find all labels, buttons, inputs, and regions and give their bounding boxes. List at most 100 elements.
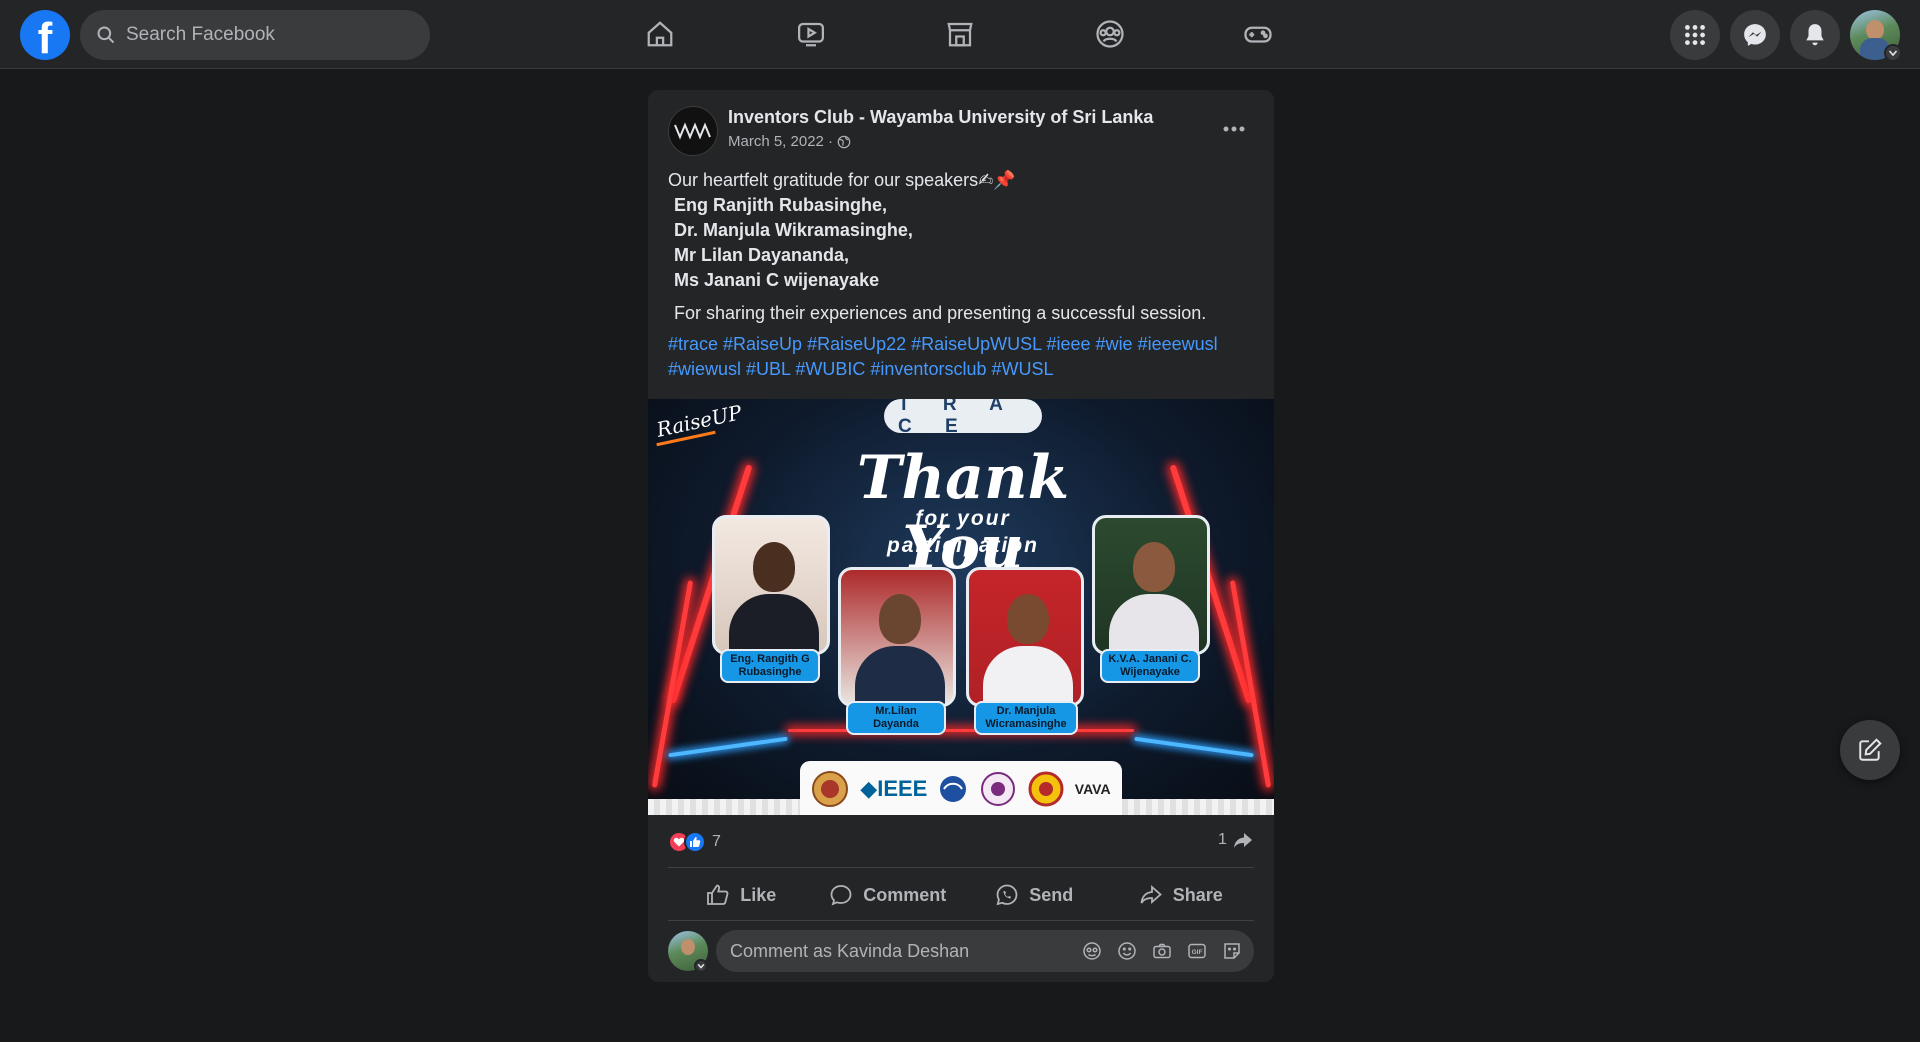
account-menu-caret[interactable]	[1884, 44, 1902, 62]
nav-home[interactable]	[638, 14, 682, 54]
light-beam	[788, 729, 1134, 732]
nav-gaming[interactable]	[1236, 14, 1280, 54]
menu-grid-icon	[1685, 25, 1705, 45]
globe-icon	[837, 135, 851, 148]
top-navigation-bar: f	[0, 0, 1920, 69]
sticker-icon	[1224, 943, 1240, 959]
sticker-button[interactable]	[1220, 939, 1244, 963]
post-options-button[interactable]	[1214, 114, 1254, 144]
post-date[interactable]: March 5, 2022 ·	[728, 133, 833, 150]
divider	[668, 920, 1254, 921]
nav-marketplace[interactable]	[938, 14, 982, 54]
trace-badge: T R A C E	[884, 399, 1042, 437]
photo-button[interactable]	[1150, 939, 1174, 963]
comment-label: Comment	[863, 884, 947, 905]
post-card: Inventors Club - Wayamba University of S…	[648, 90, 1274, 982]
notifications-icon	[1806, 24, 1824, 46]
speaker-name-tag: K.V.A. Janani C. Wijenayake	[1100, 649, 1200, 683]
whatsapp-icon	[996, 884, 1018, 906]
avatar-sticker-icon	[1083, 942, 1101, 960]
speaker-name-tag: Eng. Rangith G Rubasinghe	[720, 649, 820, 683]
subline-2: participation	[886, 534, 1039, 557]
search-icon	[97, 26, 115, 44]
gif-button[interactable]: GIF	[1185, 939, 1209, 963]
post-actions: Like Comment Send Share	[668, 870, 1254, 920]
comment-composer: GIF	[668, 930, 1254, 973]
facebook-logo[interactable]: f	[20, 10, 70, 60]
compose-icon	[1859, 738, 1882, 761]
photo-torso	[983, 646, 1073, 704]
svg-text:GIF: GIF	[1192, 949, 1203, 956]
send-label: Send	[1029, 884, 1074, 905]
hashtag-line[interactable]: #wiewusl #UBL #WUBIC #inventorsclub #WUS…	[668, 357, 1258, 382]
avatar-face	[681, 939, 695, 955]
sponsor-logos: ◆ IEEE VAVA	[800, 761, 1122, 815]
speaker-photo	[966, 567, 1084, 707]
like-reaction-icon	[684, 831, 706, 853]
identity-switch-caret[interactable]	[694, 959, 708, 973]
university-seal-icon	[811, 769, 849, 809]
chevron-down-icon	[1888, 50, 1898, 57]
share-button[interactable]: Share	[1108, 870, 1255, 920]
post-author[interactable]: Inventors Club - Wayamba University of S…	[728, 107, 1153, 128]
search-bar[interactable]	[80, 10, 430, 60]
post-hashtags: #trace #RaiseUp #RaiseUp22 #RaiseUpWUSL …	[668, 332, 1258, 382]
post-intro: Our heartfelt gratitude for our speakers…	[668, 170, 1016, 190]
light-beam-blue	[1134, 736, 1254, 758]
comment-input[interactable]	[730, 940, 1069, 962]
speaker-photo	[1092, 515, 1210, 655]
menu-button[interactable]	[1670, 10, 1720, 60]
avatar-face	[1866, 20, 1884, 40]
nav-watch[interactable]	[789, 14, 833, 54]
hashtag-line[interactable]: #trace #RaiseUp #RaiseUp22 #RaiseUpWUSL …	[668, 332, 1258, 357]
notifications-button[interactable]	[1790, 10, 1840, 60]
post-image[interactable]: RaiseUP T R A C E Thank You for your par…	[648, 399, 1274, 815]
commenter-avatar[interactable]	[668, 931, 708, 973]
avatar-sticker-button[interactable]	[1080, 939, 1104, 963]
light-beam-blue	[668, 736, 788, 758]
share-count: 1	[1218, 831, 1227, 848]
photo-torso	[729, 594, 819, 652]
participation-subline: for your participation	[828, 505, 1098, 559]
send-button[interactable]: Send	[961, 870, 1108, 920]
groups-icon	[1096, 20, 1124, 48]
speaker-name: Dr. Manjula Wikramasinghe,	[674, 220, 913, 240]
photo-torso	[855, 646, 945, 704]
speaker-photo	[712, 515, 830, 655]
emoji-button[interactable]	[1115, 939, 1139, 963]
speaker-name: Eng Ranjith Rubasinghe,	[674, 195, 888, 215]
reaction-summary[interactable]: 7	[668, 830, 721, 854]
comment-icon	[830, 885, 852, 906]
speaker-name-tag: Dr. Manjula Wicramasinghe	[974, 701, 1078, 735]
like-button[interactable]: Like	[668, 870, 815, 920]
like-label: Like	[740, 884, 777, 905]
speaker-name: Ms Janani C wijenayake	[674, 270, 880, 290]
home-icon	[647, 21, 673, 47]
comment-button[interactable]: Comment	[815, 870, 962, 920]
page-avatar[interactable]	[668, 106, 718, 156]
post-meta: March 5, 2022 ·	[728, 133, 851, 150]
comment-box[interactable]: GIF	[716, 930, 1254, 972]
share-label: Share	[1172, 884, 1223, 905]
messenger-button[interactable]	[1730, 10, 1780, 60]
society-emblem-icon	[1028, 769, 1064, 809]
share-icon	[1140, 885, 1162, 904]
share-arrow-icon	[1233, 833, 1252, 848]
photo-torso	[1109, 594, 1199, 652]
speaker-name-tag: Mr.Lilan Dayanda	[846, 701, 946, 735]
wie-logo-icon	[938, 769, 968, 809]
post-closing: For sharing their experiences and presen…	[674, 303, 1207, 323]
nav-groups[interactable]	[1088, 14, 1132, 54]
search-input[interactable]	[126, 24, 406, 46]
reaction-count[interactable]: 7	[712, 833, 721, 851]
club-emblem-icon	[979, 769, 1017, 809]
share-summary[interactable]: 1	[1218, 830, 1253, 850]
watch-icon	[798, 22, 824, 47]
inventors-club-logo: VAVA	[1074, 781, 1111, 797]
subline-1: for your	[915, 507, 1011, 530]
divider	[668, 867, 1254, 868]
inventors-club-logo-icon	[674, 122, 711, 140]
new-message-button[interactable]	[1840, 720, 1900, 780]
gif-icon: GIF	[1188, 943, 1206, 959]
speaker-name: Mr Lilan Dayananda,	[674, 245, 850, 265]
